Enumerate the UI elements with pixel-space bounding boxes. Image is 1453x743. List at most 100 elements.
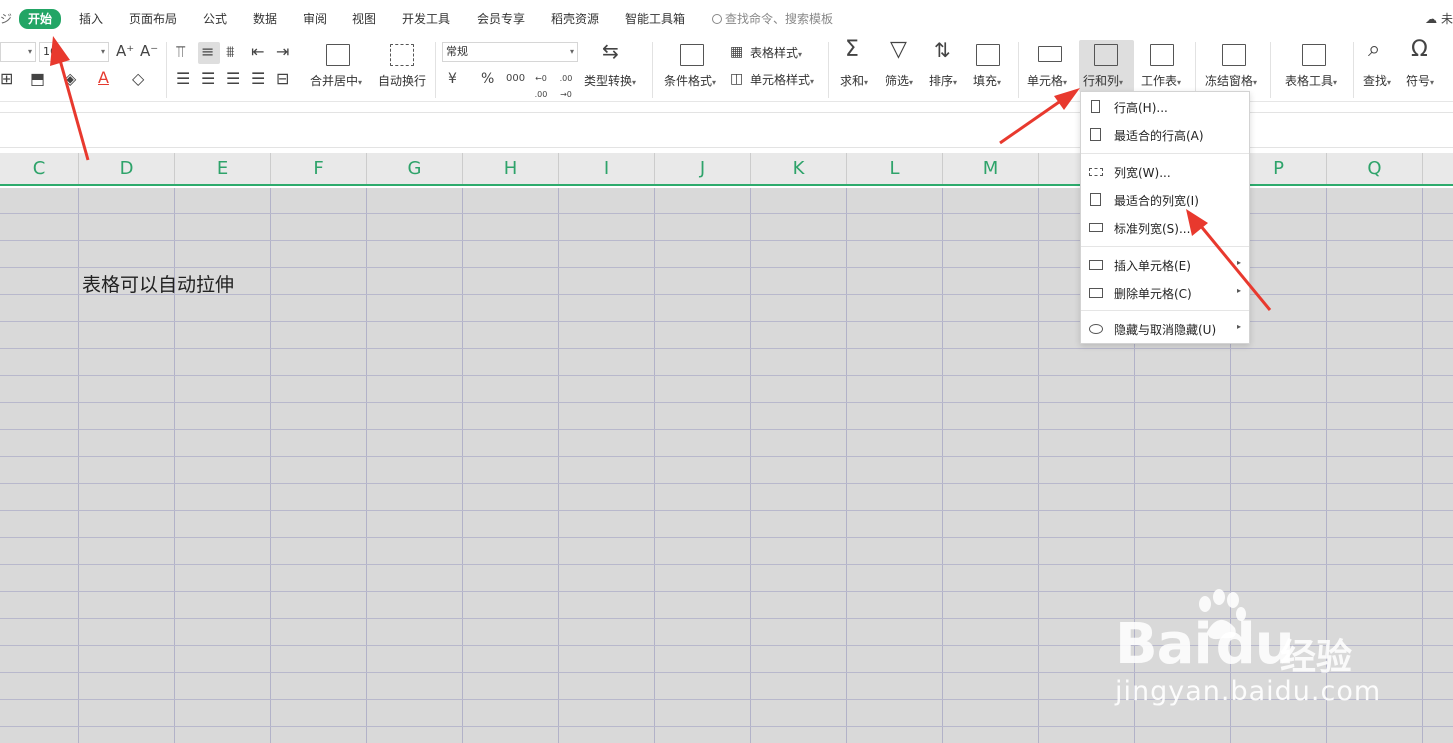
tab-developer[interactable]: 开发工具 xyxy=(402,10,450,28)
grid-column-line xyxy=(654,188,655,743)
cell-shading-icon[interactable]: ⬒ xyxy=(30,71,45,87)
symbol-button[interactable]: 符号▾ xyxy=(1406,72,1434,89)
percent-button[interactable]: % xyxy=(481,71,494,87)
fill-dropdown-icon: ▾ xyxy=(997,78,1002,87)
command-search[interactable]: 查找命令、搜索模板 xyxy=(712,10,833,27)
tab-docer[interactable]: 稻壳资源 xyxy=(551,10,599,28)
justify-icon[interactable]: ☰ xyxy=(251,71,265,87)
align-left-icon[interactable]: ☰ xyxy=(176,71,190,87)
column-header-cell[interactable]: J xyxy=(655,153,751,184)
border-icon[interactable]: ⊞ xyxy=(0,71,13,87)
conditional-format-dropdown-icon: ▾ xyxy=(712,78,717,87)
number-format-value: 常规 xyxy=(446,45,468,58)
tab-data[interactable]: 数据 xyxy=(253,10,277,28)
menu-item-best-fit-row[interactable]: 最适合的行高(A) xyxy=(1081,123,1249,147)
menu-item-standard-width[interactable]: 标准列宽(S)... xyxy=(1081,216,1249,240)
increase-decimal-button[interactable]: ←0 .00 xyxy=(530,71,552,103)
tab-member[interactable]: 会员专享 xyxy=(477,10,525,28)
grid-column-line xyxy=(846,188,847,743)
wrap-text-button[interactable]: 自动换行 xyxy=(378,72,426,89)
align-bottom-icon[interactable]: ⩩ xyxy=(226,44,235,60)
column-header-cell[interactable]: L xyxy=(847,153,943,184)
grid-column-line xyxy=(750,188,751,743)
cloud-status[interactable]: ☁ 未 xyxy=(1425,10,1453,27)
column-header-cell[interactable]: K xyxy=(751,153,847,184)
column-header-cell[interactable]: Q xyxy=(1327,153,1423,184)
menu-item-delete-cell[interactable]: 删除单元格(C) ▸ xyxy=(1081,281,1249,305)
menu-item-column-width[interactable]: 列宽(W)... xyxy=(1081,160,1249,184)
column-header-cell[interactable]: D xyxy=(79,153,175,184)
conditional-format-button[interactable]: 条件格式▾ xyxy=(664,72,716,89)
cell-style-button[interactable]: 单元格样式▾ xyxy=(750,71,814,88)
tab-view[interactable]: 视图 xyxy=(352,10,376,28)
column-header-cell[interactable]: C xyxy=(0,153,79,184)
menu-left-stub[interactable]: ジ xyxy=(0,10,12,27)
cell-text[interactable]: 表格可以自动拉伸 xyxy=(82,270,234,297)
align-center-icon[interactable]: ☰ xyxy=(201,71,215,87)
font-color-icon[interactable]: A xyxy=(98,70,109,86)
symbol-dropdown-icon: ▾ xyxy=(1430,78,1435,87)
tab-review[interactable]: 审阅 xyxy=(303,10,327,28)
table-tools-button[interactable]: 表格工具▾ xyxy=(1285,72,1337,89)
column-header-cell[interactable]: H xyxy=(463,153,559,184)
filter-button[interactable]: 筛选▾ xyxy=(885,72,913,89)
menu-item-row-height[interactable]: 行高(H)... xyxy=(1081,95,1249,119)
font-name-box[interactable]: ▾ xyxy=(0,42,36,62)
clear-format-icon[interactable]: ◇ xyxy=(132,71,144,87)
cell-button[interactable]: 单元格▾ xyxy=(1027,72,1067,89)
distribute-icon[interactable]: ⊟ xyxy=(276,71,289,87)
wrap-text-icon xyxy=(390,44,414,66)
decrease-indent-icon[interactable]: ⇤ xyxy=(251,44,264,60)
submenu-arrow-icon: ▸ xyxy=(1236,258,1241,267)
grid-row-line xyxy=(0,537,1453,538)
decrease-decimal-button[interactable]: .00 →0 xyxy=(555,71,577,103)
delete-cell-icon xyxy=(1089,288,1103,298)
freeze-panes-button[interactable]: 冻结窗格▾ xyxy=(1205,72,1257,89)
sort-button[interactable]: 排序▾ xyxy=(929,72,957,89)
find-label: 查找 xyxy=(1363,74,1388,88)
column-header-cell[interactable]: M xyxy=(943,153,1039,184)
increase-indent-icon[interactable]: ⇥ xyxy=(276,44,289,60)
align-right-icon[interactable]: ☰ xyxy=(226,71,240,87)
merge-center-button[interactable]: 合并居中▾ xyxy=(310,72,362,89)
cell-button-label: 单元格 xyxy=(1027,74,1064,88)
worksheet-label: 工作表 xyxy=(1141,74,1178,88)
fill-color-icon[interactable]: ◈ xyxy=(64,71,76,87)
grid-row-line xyxy=(0,483,1453,484)
freeze-panes-dropdown-icon: ▾ xyxy=(1253,78,1258,87)
worksheet-button[interactable]: 工作表▾ xyxy=(1141,72,1181,89)
font-size-value: 16 xyxy=(43,45,57,58)
find-button[interactable]: 查找▾ xyxy=(1363,72,1391,89)
font-name-dropdown-icon: ▾ xyxy=(27,47,32,56)
currency-button[interactable]: ¥ xyxy=(448,71,457,87)
menu-item-insert-cell[interactable]: 插入单元格(E) ▸ xyxy=(1081,253,1249,277)
menu-item-label: 行高(H)... xyxy=(1114,101,1168,115)
column-header-cell[interactable]: G xyxy=(367,153,463,184)
sum-button[interactable]: 求和▾ xyxy=(840,72,868,89)
tab-home[interactable]: 开始 xyxy=(19,9,62,29)
thousands-button[interactable]: 000 xyxy=(506,71,525,87)
menu-item-best-fit-column[interactable]: 最适合的列宽(I) xyxy=(1081,188,1249,212)
font-size-box[interactable]: 16 ▾ xyxy=(39,42,109,62)
menu-item-hide-unhide[interactable]: 隐藏与取消隐藏(U) ▸ xyxy=(1081,317,1249,341)
grow-font-icon[interactable]: A⁺ xyxy=(116,43,134,59)
type-convert-button[interactable]: 类型转换▾ xyxy=(584,72,636,89)
grid-row-line xyxy=(0,726,1453,727)
number-format-box[interactable]: 常规 ▾ xyxy=(442,42,578,62)
sort-label: 排序 xyxy=(929,74,954,88)
fill-button[interactable]: 填充▾ xyxy=(973,72,1001,89)
row-col-button[interactable]: 行和列▾ xyxy=(1083,72,1123,89)
table-style-button[interactable]: 表格样式▾ xyxy=(750,44,802,61)
align-middle-icon[interactable]: ≡ xyxy=(201,44,214,60)
hide-icon xyxy=(1089,324,1103,334)
tab-smart-tools[interactable]: 智能工具箱 xyxy=(625,10,685,28)
column-header-cell[interactable]: E xyxy=(175,153,271,184)
align-top-icon[interactable]: ⫪ xyxy=(176,44,185,60)
column-header-cell[interactable]: F xyxy=(271,153,367,184)
shrink-font-icon[interactable]: A⁻ xyxy=(140,43,158,59)
sort-icon: ⇅ xyxy=(934,38,951,62)
tab-insert[interactable]: 插入 xyxy=(79,10,103,28)
tab-page-layout[interactable]: 页面布局 xyxy=(129,10,177,28)
tab-formulas[interactable]: 公式 xyxy=(203,10,227,28)
column-header-cell[interactable]: I xyxy=(559,153,655,184)
